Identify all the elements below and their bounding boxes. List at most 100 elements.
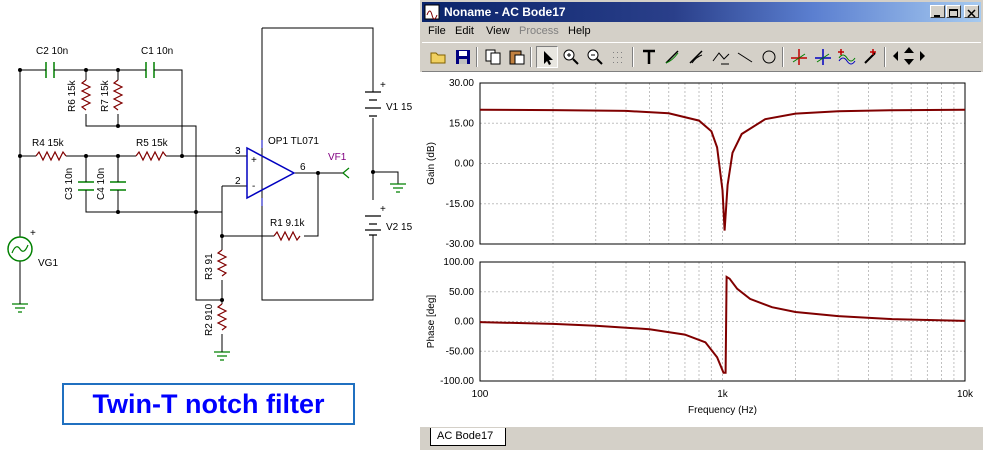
window-title: Noname - AC Bode17 — [444, 5, 566, 19]
menu-edit[interactable]: Edit — [455, 25, 474, 37]
battery-v2 — [365, 215, 381, 236]
xtick-label: 1k — [717, 389, 729, 400]
formula-pen-icon — [665, 50, 679, 64]
bode-plot: 30.00 15.00 0.00 -15.00 -30.00 Gain (dB) 100.… — [420, 72, 983, 427]
grid-button[interactable] — [608, 46, 630, 68]
phase-ytick-label: -100.00 — [440, 376, 474, 387]
cursor-a-button[interactable] — [788, 46, 810, 68]
zoom-in-icon — [563, 49, 579, 65]
label-v1-plus: + — [380, 80, 386, 91]
zoom-100-button[interactable] — [584, 46, 606, 68]
maximize-button[interactable] — [946, 5, 961, 18]
label-vg1: VG1 — [38, 258, 58, 269]
paste-icon — [509, 50, 525, 65]
copy-button[interactable] — [482, 46, 504, 68]
vf1-probe-icon — [342, 167, 350, 179]
pointer-icon — [544, 51, 553, 65]
menu-process[interactable]: Process — [519, 25, 559, 37]
label-c3: C3 10n — [64, 168, 75, 200]
label-r1: R1 9.1k — [270, 218, 305, 229]
close-button[interactable] — [964, 5, 979, 18]
label-pin6: 6 — [300, 162, 306, 173]
gain-ylabel: Gain (dB) — [426, 142, 437, 185]
title-bar[interactable]: Noname - AC Bode17 — [422, 2, 981, 22]
label-v2-plus: + — [380, 204, 386, 215]
toolbar — [422, 42, 981, 72]
label-vf1: VF1 — [328, 152, 347, 163]
select-arrow-button[interactable] — [536, 46, 558, 68]
label-r6: R6 15k — [67, 79, 78, 112]
xlabel: Frequency (Hz) — [688, 405, 757, 416]
probe-icon — [864, 49, 876, 64]
folder-icon — [430, 52, 446, 64]
label-c4: C4 10n — [96, 168, 107, 200]
add-trace-button[interactable] — [836, 46, 858, 68]
xtick-label: 100 — [472, 389, 489, 400]
label-pin3: 3 — [235, 146, 241, 157]
circle-tool-button[interactable] — [758, 46, 780, 68]
schematic-title: Twin-T notch filter — [62, 383, 355, 425]
gain-ytick-label: -15.00 — [446, 199, 475, 210]
app-icon — [424, 4, 440, 20]
label-r2: R2 910 — [204, 303, 215, 336]
cursor-a-icon — [791, 49, 807, 65]
label-r4: R4 15k — [32, 138, 65, 149]
label-v1: V1 15 — [386, 102, 413, 113]
arrow-keys-icon — [893, 47, 925, 65]
gain-ytick-label: 30.00 — [449, 78, 474, 89]
cursor-b-icon — [815, 49, 831, 65]
gain-ytick-label: -30.00 — [446, 239, 475, 250]
label-r7: R7 15k — [100, 79, 111, 112]
gain-ytick-label: 0.00 — [455, 159, 475, 170]
line-icon — [737, 52, 753, 63]
phase-ylabel: Phase [deg] — [426, 295, 437, 349]
minimize-button[interactable] — [930, 5, 945, 18]
battery-v1 — [365, 91, 381, 117]
signal-source-icon — [7, 236, 33, 262]
app-window: Noname - AC Bode17 File Edit View Proces… — [420, 0, 983, 450]
circle-icon — [762, 50, 776, 64]
navigate-arrows[interactable] — [890, 46, 928, 68]
text-icon — [643, 49, 655, 64]
save-button[interactable] — [452, 46, 474, 68]
zoom-in-button[interactable] — [560, 46, 582, 68]
label-op1: OP1 TL071 — [268, 136, 319, 147]
paste-button[interactable] — [506, 46, 528, 68]
tab-ac-bode17[interactable]: AC Bode17 — [430, 428, 507, 446]
tab-bar: AC Bode17 — [420, 427, 983, 450]
menu-view[interactable]: View — [486, 25, 510, 37]
menu-file[interactable]: File — [428, 25, 446, 37]
label-r5: R5 15k — [136, 138, 169, 149]
open-button[interactable] — [428, 46, 450, 68]
formula-tool-button[interactable] — [662, 46, 684, 68]
menu-bar: File Edit View Process Help — [422, 23, 981, 41]
grid-icon — [613, 52, 622, 63]
label-minus: - — [252, 181, 255, 192]
cursor-b-button[interactable] — [812, 46, 834, 68]
floppy-icon — [456, 50, 470, 64]
line-tool-button[interactable] — [734, 46, 756, 68]
label-plus: + — [251, 155, 257, 166]
copy-icon — [485, 49, 501, 65]
opamp-symbol — [246, 140, 296, 206]
formula-pen-icon — [689, 50, 703, 64]
gain-ytick-label: 15.00 — [449, 118, 474, 129]
phase-ytick-label: 50.00 — [449, 287, 474, 298]
phase-ytick-label: -50.00 — [446, 346, 475, 357]
label-v2: V2 15 — [386, 222, 413, 233]
curve-tool-button[interactable] — [710, 46, 732, 68]
add-trace-icon — [838, 49, 856, 65]
phase-ytick-label: 100.00 — [443, 257, 474, 268]
xtick-label: 10k — [957, 389, 974, 400]
label-vg-plus: + — [30, 228, 36, 239]
curve-icon — [712, 52, 730, 65]
formula2-tool-button[interactable] — [686, 46, 708, 68]
label-c1: C1 10n — [141, 46, 173, 57]
label-c2: C2 10n — [36, 46, 68, 57]
phase-ytick-label: 0.00 — [455, 317, 475, 328]
menu-help[interactable]: Help — [568, 25, 591, 37]
label-pin2: 2 — [235, 176, 241, 187]
text-tool-button[interactable] — [638, 46, 660, 68]
probe-button[interactable] — [860, 46, 882, 68]
zoom-out-icon — [587, 49, 603, 65]
